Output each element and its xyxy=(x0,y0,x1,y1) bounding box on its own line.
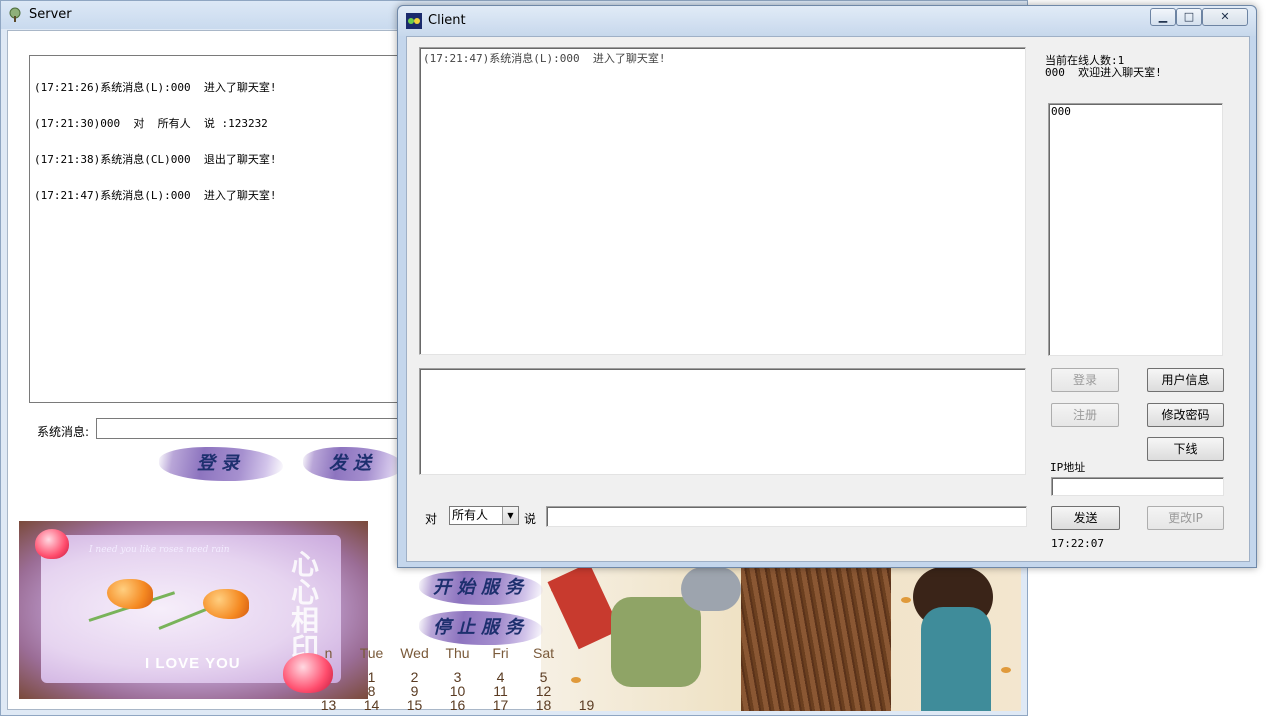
calendar-day-header: Thu xyxy=(445,645,470,661)
ip-input[interactable] xyxy=(1051,477,1224,496)
change-password-button[interactable]: 修改密码 xyxy=(1147,403,1224,427)
server-title: Server xyxy=(29,7,72,22)
log-line: (17:21:26)系统消息(L):000 进入了聊天室! xyxy=(34,81,277,94)
wallpaper-calendar: n Tue Wed Thu Fri Sat 1 2 3 4 5 8 9 10 1… xyxy=(307,641,608,713)
boy-figure xyxy=(611,597,701,687)
system-message-label: 系统消息: xyxy=(37,425,90,439)
send-button[interactable]: 发送 xyxy=(1051,506,1120,530)
change-ip-button[interactable]: 更改IP xyxy=(1147,506,1224,530)
calendar-week: 13 14 15 16 17 18 19 xyxy=(307,697,608,713)
welcome-text: 000 欢迎进入聊天室! xyxy=(1045,66,1162,79)
autumn-leaf xyxy=(1001,667,1011,673)
calendar-date: 18 xyxy=(535,697,552,713)
ip-label: IP地址 xyxy=(1050,461,1086,474)
tulip-flower xyxy=(203,589,249,619)
recipient-value: 所有人 xyxy=(452,508,489,522)
system-message-input[interactable] xyxy=(96,418,406,439)
love-card-headline: I LOVE YOU xyxy=(145,655,241,672)
calendar-date: 16 xyxy=(449,697,466,713)
login-button[interactable]: 登录 xyxy=(1051,368,1119,392)
heart-icon xyxy=(35,529,69,559)
logout-button[interactable]: 下线 xyxy=(1147,437,1224,461)
maximize-button[interactable]: □ xyxy=(1176,8,1202,26)
calendar-day-header: Tue xyxy=(359,645,384,661)
user-info-button[interactable]: 用户信息 xyxy=(1147,368,1224,392)
client-title: Client xyxy=(428,13,466,28)
register-button[interactable]: 注册 xyxy=(1051,403,1119,427)
calendar-date: 14 xyxy=(363,697,380,713)
say-label: 说 xyxy=(524,512,537,526)
log-line: (17:21:30)000 对 所有人 说 :123232 xyxy=(34,117,268,130)
log-line: (17:21:47)系统消息(L):000 进入了聊天室! xyxy=(34,189,277,202)
log-line: (17:21:38)系统消息(CL)000 退出了聊天室! xyxy=(34,153,277,166)
chat-log[interactable]: (17:21:47)系统消息(L):000 进入了聊天室! xyxy=(419,47,1026,355)
scarf-shape xyxy=(547,567,621,650)
boy-head xyxy=(681,567,741,611)
autumn-leaf xyxy=(901,597,911,603)
dropdown-arrow-icon[interactable]: ▼ xyxy=(502,507,518,524)
server-app-icon xyxy=(9,7,21,22)
calendar-header: n Tue Wed Thu Fri Sat xyxy=(307,645,565,661)
close-button[interactable]: ✕ xyxy=(1202,8,1248,26)
calendar-date: 13 xyxy=(320,697,337,713)
minimize-button[interactable]: ▁ xyxy=(1150,8,1176,26)
calendar-day-header: Sat xyxy=(532,645,554,661)
client-titlebar[interactable]: Client ▁ □ ✕ xyxy=(398,6,1256,36)
server-log[interactable]: (17:21:26)系统消息(L):000 进入了聊天室! (17:21:30)… xyxy=(29,55,419,403)
user-list[interactable]: 000 xyxy=(1048,103,1223,356)
calendar-date: 17 xyxy=(492,697,509,713)
client-body: (17:21:47)系统消息(L):000 进入了聊天室! 当前在线人数:1 0… xyxy=(406,36,1250,562)
calendar-day-header: Wed xyxy=(400,645,429,661)
calendar-date: 15 xyxy=(406,697,423,713)
compose-area[interactable] xyxy=(419,368,1026,475)
user-list-item[interactable]: 000 xyxy=(1051,105,1220,118)
client-app-icon xyxy=(406,13,422,29)
stop-service-button[interactable]: 停止服务 xyxy=(419,611,543,645)
message-input[interactable] xyxy=(546,506,1027,527)
calendar-day-header: n xyxy=(324,645,333,661)
recipient-select[interactable]: 所有人 ▼ xyxy=(449,506,519,525)
tulip-flower xyxy=(107,579,153,609)
tree-trunk xyxy=(741,567,891,711)
calendar-day-header: Fri xyxy=(492,645,509,661)
to-label: 对 xyxy=(425,512,438,526)
love-card-seal: 心心相印 xyxy=(291,548,320,665)
wallpaper-illustration xyxy=(541,567,1021,711)
start-service-button[interactable]: 开始服务 xyxy=(419,571,543,605)
calendar-date: 19 xyxy=(578,697,595,713)
girl-figure xyxy=(921,607,991,711)
love-card-caption: I need you like roses need rain xyxy=(89,545,230,555)
clock: 17:22:07 xyxy=(1051,537,1104,550)
client-window: Client ▁ □ ✕ (17:21:47)系统消息(L):000 进入了聊天… xyxy=(397,5,1257,568)
